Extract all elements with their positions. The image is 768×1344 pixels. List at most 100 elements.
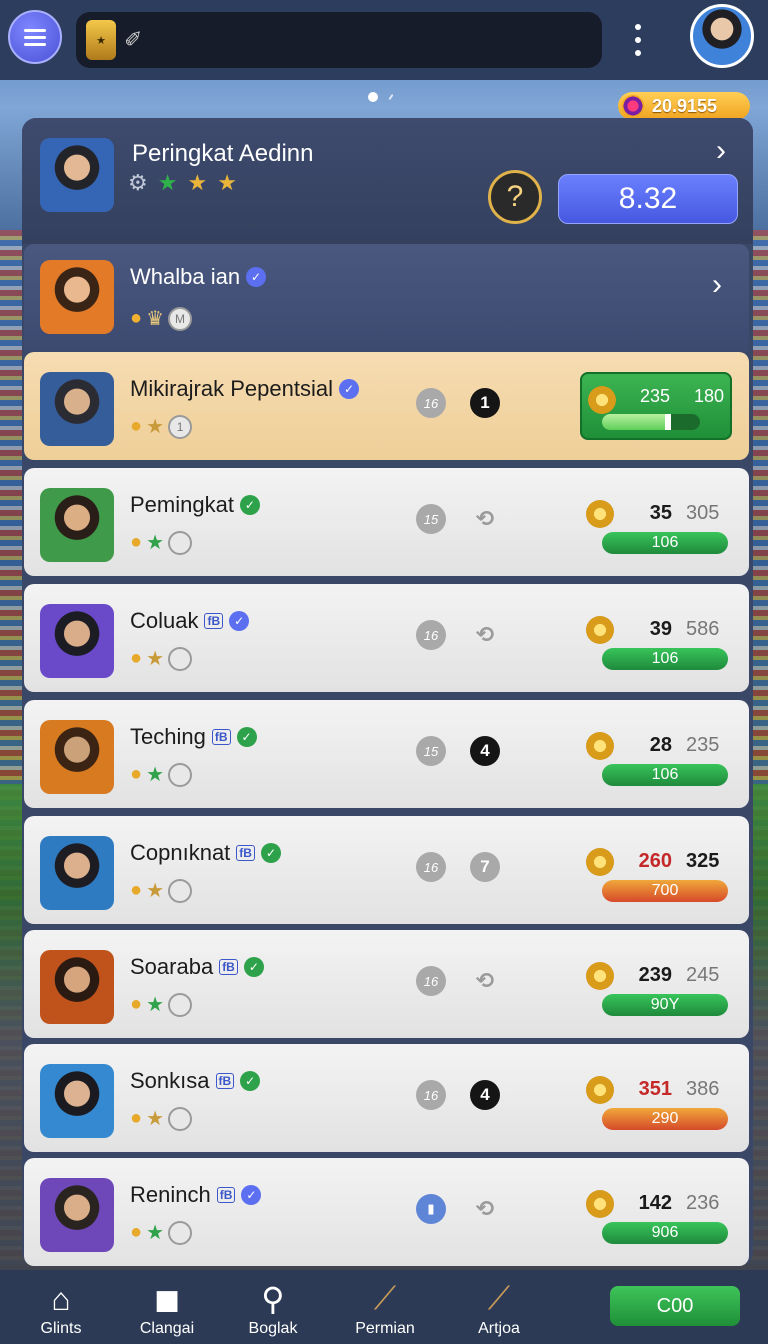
share-icon[interactable]: ⟲ — [470, 504, 500, 534]
player-avatar — [40, 720, 114, 794]
leaderboard-row[interactable]: Coluak fB ✓ ● ★ 16 ⟲ 39 586 106 — [24, 584, 749, 692]
fb-tag-icon: fB — [236, 845, 255, 861]
verified-icon: ✓ — [236, 727, 257, 747]
stat-primary: 351 — [638, 1078, 672, 1100]
menu-button[interactable] — [8, 10, 62, 64]
player-name-text: Pemingkat — [130, 492, 234, 517]
nav-label: Clangai — [139, 1320, 195, 1337]
score-button[interactable]: 8.32 — [558, 174, 738, 224]
player-avatar — [40, 604, 114, 678]
player-name-text: Whalba ian — [130, 264, 241, 289]
nav-play[interactable]: ⟋ Permian — [340, 1278, 430, 1338]
leaderboard-header[interactable]: Peringkat Aedinn ⚙ ★ ★ ★ › ? 8.32 — [22, 118, 753, 244]
verified-icon: ✓ — [240, 1071, 261, 1091]
trophy-icon: ♛ — [146, 308, 165, 330]
leaderboard-row[interactable]: Pemingkat ✓ ● ★ 15 ⟲ 35 305 106 — [24, 468, 749, 576]
points-bar: 106 — [602, 764, 728, 786]
player-avatar — [40, 260, 114, 334]
stat-secondary: 586 — [686, 618, 720, 640]
nav-label: Boglak — [248, 1320, 298, 1337]
level-badge: 16 — [416, 966, 446, 996]
medal-icon — [586, 962, 614, 990]
fb-tag-icon: fB — [216, 1187, 236, 1203]
nav-home[interactable]: ⌂ Glints — [16, 1278, 106, 1338]
player-badges: ● ★ — [130, 646, 193, 671]
stat-primary: 239 — [638, 964, 672, 986]
progress-fill — [602, 414, 671, 430]
verified-icon: ✓ — [246, 267, 267, 287]
player-avatar — [40, 372, 114, 446]
leaderboard-row[interactable]: Mikirajrak Pepentsial ✓ ● ★ 1 16 1 235 180 — [24, 352, 749, 460]
nav-archive[interactable]: ⟋ Artjoa — [454, 1278, 544, 1338]
nav-search[interactable]: ⚲ Boglak — [228, 1278, 318, 1338]
stat-secondary: 245 — [686, 964, 720, 986]
level-badge: 16 — [416, 620, 446, 650]
hero-avatar — [40, 138, 114, 212]
verified-icon: ✓ — [241, 1185, 262, 1205]
star-icon: ★ — [146, 532, 165, 554]
leaderboard-row[interactable]: Reninch fB ✓ ● ★ ▮ ⟲ 142 236 906 — [24, 1158, 749, 1266]
gear-badge-icon: ⚙ — [128, 170, 148, 195]
player-name-text: Sonkısa — [130, 1068, 210, 1093]
nav-label: Glints — [40, 1320, 82, 1337]
leaderboard-row[interactable]: Teching fB ✓ ● ★ 15 4 28 235 106 — [24, 700, 749, 808]
player-name: Pemingkat ✓ — [130, 492, 260, 518]
share-icon[interactable]: ⟲ — [470, 1194, 500, 1224]
points-bar: 700 — [602, 880, 728, 902]
medal-icon — [586, 1076, 614, 1104]
level-badge: 15 — [416, 504, 446, 534]
chevron-right-icon[interactable]: › — [716, 134, 726, 168]
gem-icon — [622, 95, 644, 117]
home-icon: ⌂ — [51, 1280, 71, 1317]
player-name-text: Teching — [130, 724, 206, 749]
medal-icon — [586, 848, 614, 876]
star-icon: ★ — [146, 994, 165, 1016]
square-icon: ◼ — [153, 1281, 181, 1317]
level-badge: 16 — [416, 388, 446, 418]
player-name-text: Mikirajrak Pepentsial — [130, 376, 333, 401]
share-icon[interactable]: ⟲ — [470, 620, 500, 650]
star-icon: ★ — [146, 648, 165, 670]
nav-label: Permian — [355, 1320, 415, 1337]
player-badges: ● ★ — [130, 1220, 193, 1245]
leaderboard-row[interactable]: Sonkısa fB ✓ ● ★ 16 4 351 386 290 — [24, 1044, 749, 1152]
boost-card[interactable]: 235 180 — [580, 372, 732, 440]
stat-secondary: 325 — [686, 850, 720, 872]
search-bar[interactable]: ★ ✐ — [76, 12, 602, 68]
stat-secondary: 305 — [686, 502, 720, 524]
share-icon[interactable]: ⟲ — [470, 966, 500, 996]
fb-tag-icon: fB — [219, 959, 238, 975]
player-badges: ● ★ — [130, 992, 193, 1017]
medal-icon: ● — [130, 763, 143, 785]
leaderboard-row[interactable]: Copnıknat fB ✓ ● ★ 16 7 260 325 700 — [24, 816, 749, 924]
more-options-icon[interactable] — [626, 24, 650, 56]
edit-icon[interactable]: ✐ — [124, 27, 142, 53]
points-bar: 106 — [602, 648, 728, 670]
fb-tag-icon: fB — [215, 1073, 235, 1089]
profile-avatar[interactable] — [690, 4, 754, 68]
action-button[interactable]: C00 — [610, 1286, 740, 1326]
stat-secondary: 236 — [686, 1192, 720, 1214]
fb-tag-icon: fB — [204, 613, 224, 629]
star-icon: ★ — [146, 1222, 165, 1244]
chevron-right-icon[interactable]: › — [712, 268, 722, 302]
medal-icon: ● — [130, 993, 143, 1015]
player-name-text: Coluak — [130, 608, 199, 633]
medal-icon: ● — [130, 307, 143, 329]
medal-icon: ● — [130, 531, 143, 553]
rank-badge: 4 — [470, 1080, 500, 1110]
points-bar: 906 — [602, 1222, 728, 1244]
player-name: Sonkısa fB ✓ — [130, 1068, 261, 1094]
player-avatar — [40, 488, 114, 562]
leaderboard-row[interactable]: Soaraba fB ✓ ● ★ 16 ⟲ 239 245 90Y — [24, 930, 749, 1038]
bat-icon: ⟋ — [373, 1280, 397, 1316]
featured-player-row[interactable]: Whalba ian ✓ ● ♛ M › — [24, 244, 749, 352]
medal-icon: ● — [130, 1107, 143, 1129]
timer-icon: ? — [488, 170, 542, 224]
player-name: Reninch fB ✓ — [130, 1182, 262, 1208]
stat-primary: 260 — [638, 850, 672, 872]
coin-balance[interactable]: 20.9155 — [618, 92, 750, 120]
nav-challenge[interactable]: ◼ Clangai — [122, 1278, 212, 1338]
star-icon: ★ — [146, 880, 165, 902]
stat-primary: 28 — [649, 734, 672, 756]
